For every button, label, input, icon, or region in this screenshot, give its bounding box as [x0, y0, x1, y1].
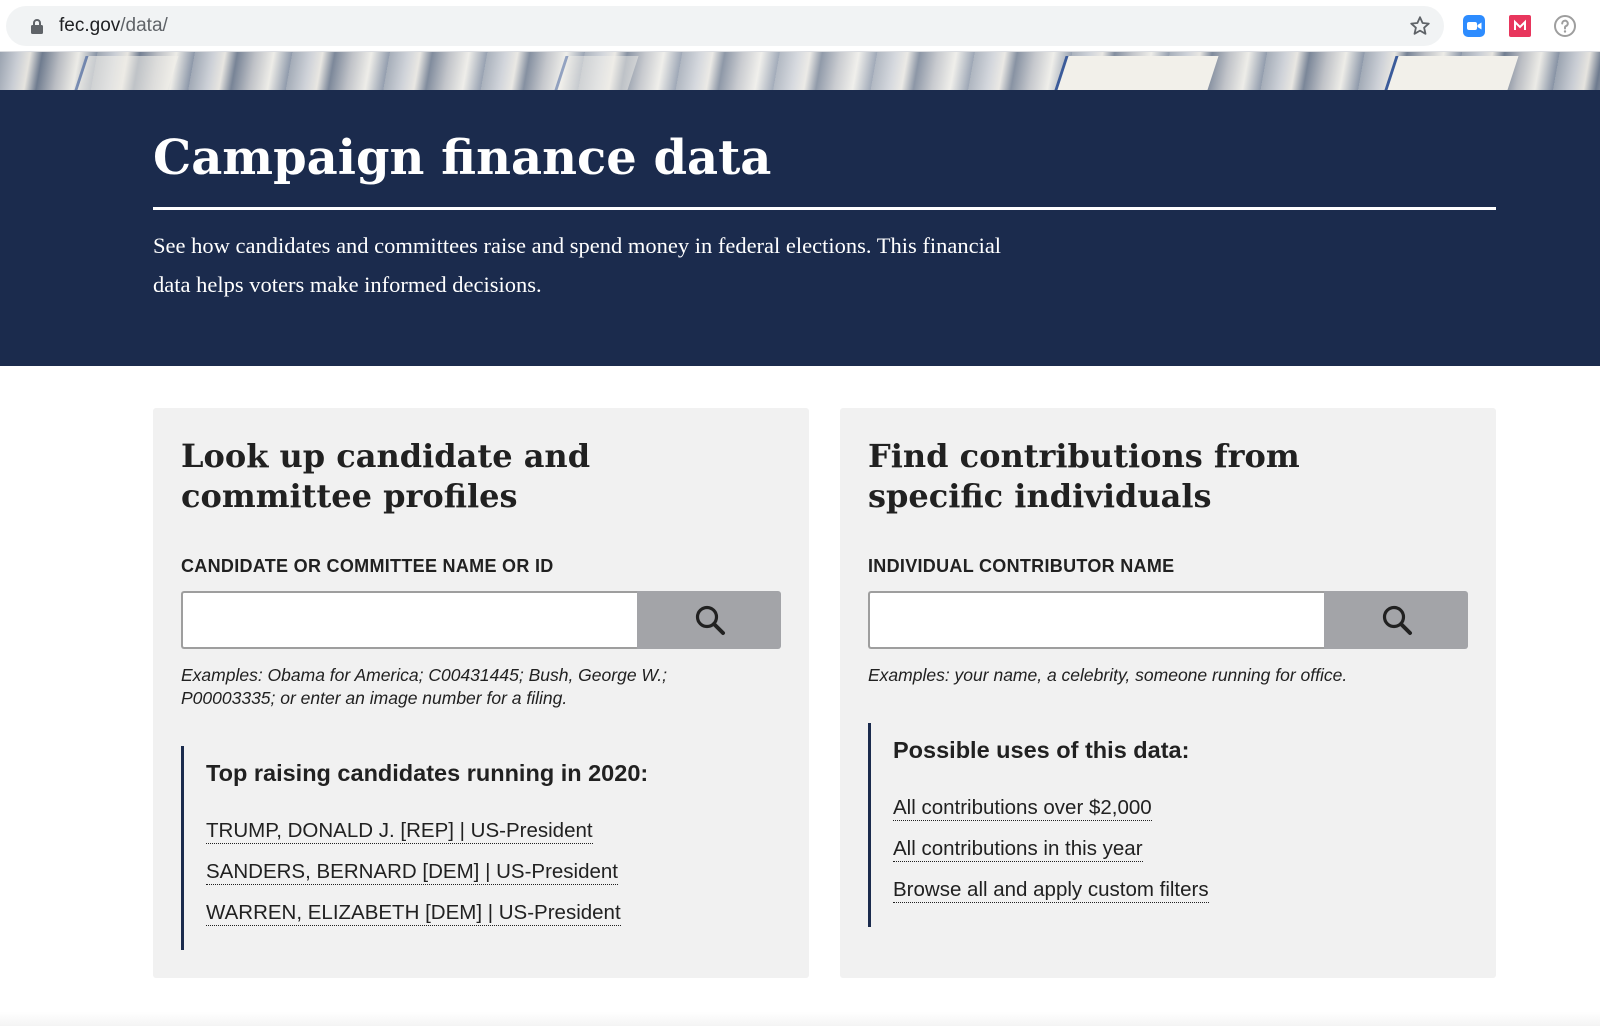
browse-all-filters-link[interactable]: Browse all and apply custom filters: [893, 878, 1209, 903]
candidate-link-warren[interactable]: WARREN, ELIZABETH [DEM] | US-President: [206, 901, 621, 926]
candidate-search-input[interactable]: [181, 591, 637, 649]
zoom-extension-icon[interactable]: [1462, 14, 1486, 38]
list-item: SANDERS, BERNARD [DEM] | US-President: [206, 859, 648, 886]
candidate-lookup-card: Look up candidate and committee profiles…: [153, 408, 809, 978]
contributor-search-input[interactable]: [868, 591, 1324, 649]
lock-icon[interactable]: [30, 18, 44, 34]
hero-section: Campaign finance data See how candidates…: [0, 90, 1600, 366]
folder-tab-decoration: [1054, 56, 1219, 90]
contributor-search-label: INDIVIDUAL CONTRIBUTOR NAME: [868, 556, 1175, 576]
help-extension-icon[interactable]: [1553, 14, 1577, 38]
folder-tab-decoration: [554, 56, 639, 90]
list-item: All contributions in this year: [893, 836, 1209, 863]
contributions-this-year-link[interactable]: All contributions in this year: [893, 837, 1143, 862]
hero-banner-photo: [0, 52, 1600, 90]
candidate-search-examples: Examples: Obama for America; C00431445; …: [181, 665, 668, 708]
possible-uses-heading: Possible uses of this data:: [893, 737, 1190, 763]
contributions-lookup-card: Find contributions from specific individ…: [840, 408, 1496, 978]
url-host: fec.gov: [59, 15, 121, 36]
list-item: WARREN, ELIZABETH [DEM] | US-President: [206, 900, 648, 927]
url-text[interactable]: fec.gov/data/: [59, 16, 168, 36]
m-extension-icon[interactable]: [1508, 14, 1532, 38]
folder-tab-decoration: [1384, 56, 1519, 90]
candidate-search-label: CANDIDATE OR COMMITTEE NAME OR ID: [181, 556, 554, 576]
top-candidates-callout: Top raising candidates running in 2020: …: [181, 746, 648, 950]
browser-toolbar: fec.gov/data/: [0, 0, 1600, 52]
candidate-link-sanders[interactable]: SANDERS, BERNARD [DEM] | US-President: [206, 860, 619, 885]
url-path: /data/: [120, 15, 168, 36]
search-icon: [695, 605, 725, 635]
candidate-card-title: Look up candidate and committee profiles: [181, 437, 591, 515]
contributions-over-2000-link[interactable]: All contributions over $2,000: [893, 796, 1152, 821]
star-icon[interactable]: [1408, 14, 1432, 38]
page-bottom-edge: [0, 1012, 1600, 1026]
contributor-search-examples: Examples: your name, a celebrity, someon…: [868, 665, 1348, 685]
folder-tab-decoration: [74, 56, 179, 90]
list-item: TRUMP, DONALD J. [REP] | US-President: [206, 818, 648, 845]
possible-uses-list: All contributions over $2,000 All contri…: [893, 795, 1209, 904]
top-candidates-heading: Top raising candidates running in 2020:: [206, 760, 649, 786]
possible-uses-callout: Possible uses of this data: All contribu…: [868, 723, 1209, 927]
hero-lede: See how candidates and committees raise …: [153, 233, 1002, 297]
contributor-search-button[interactable]: [1324, 591, 1468, 649]
list-item: All contributions over $2,000: [893, 795, 1209, 822]
list-item: Browse all and apply custom filters: [893, 877, 1209, 904]
top-candidates-list: TRUMP, DONALD J. [REP] | US-President SA…: [206, 818, 648, 927]
page-title: Campaign finance data: [153, 130, 772, 186]
candidate-link-trump[interactable]: TRUMP, DONALD J. [REP] | US-President: [206, 819, 593, 844]
search-icon: [1382, 605, 1412, 635]
contributions-card-title: Find contributions from specific individ…: [868, 437, 1300, 515]
address-bar[interactable]: fec.gov/data/: [6, 6, 1444, 46]
candidate-search-button[interactable]: [637, 591, 781, 649]
title-divider: [153, 207, 1496, 210]
